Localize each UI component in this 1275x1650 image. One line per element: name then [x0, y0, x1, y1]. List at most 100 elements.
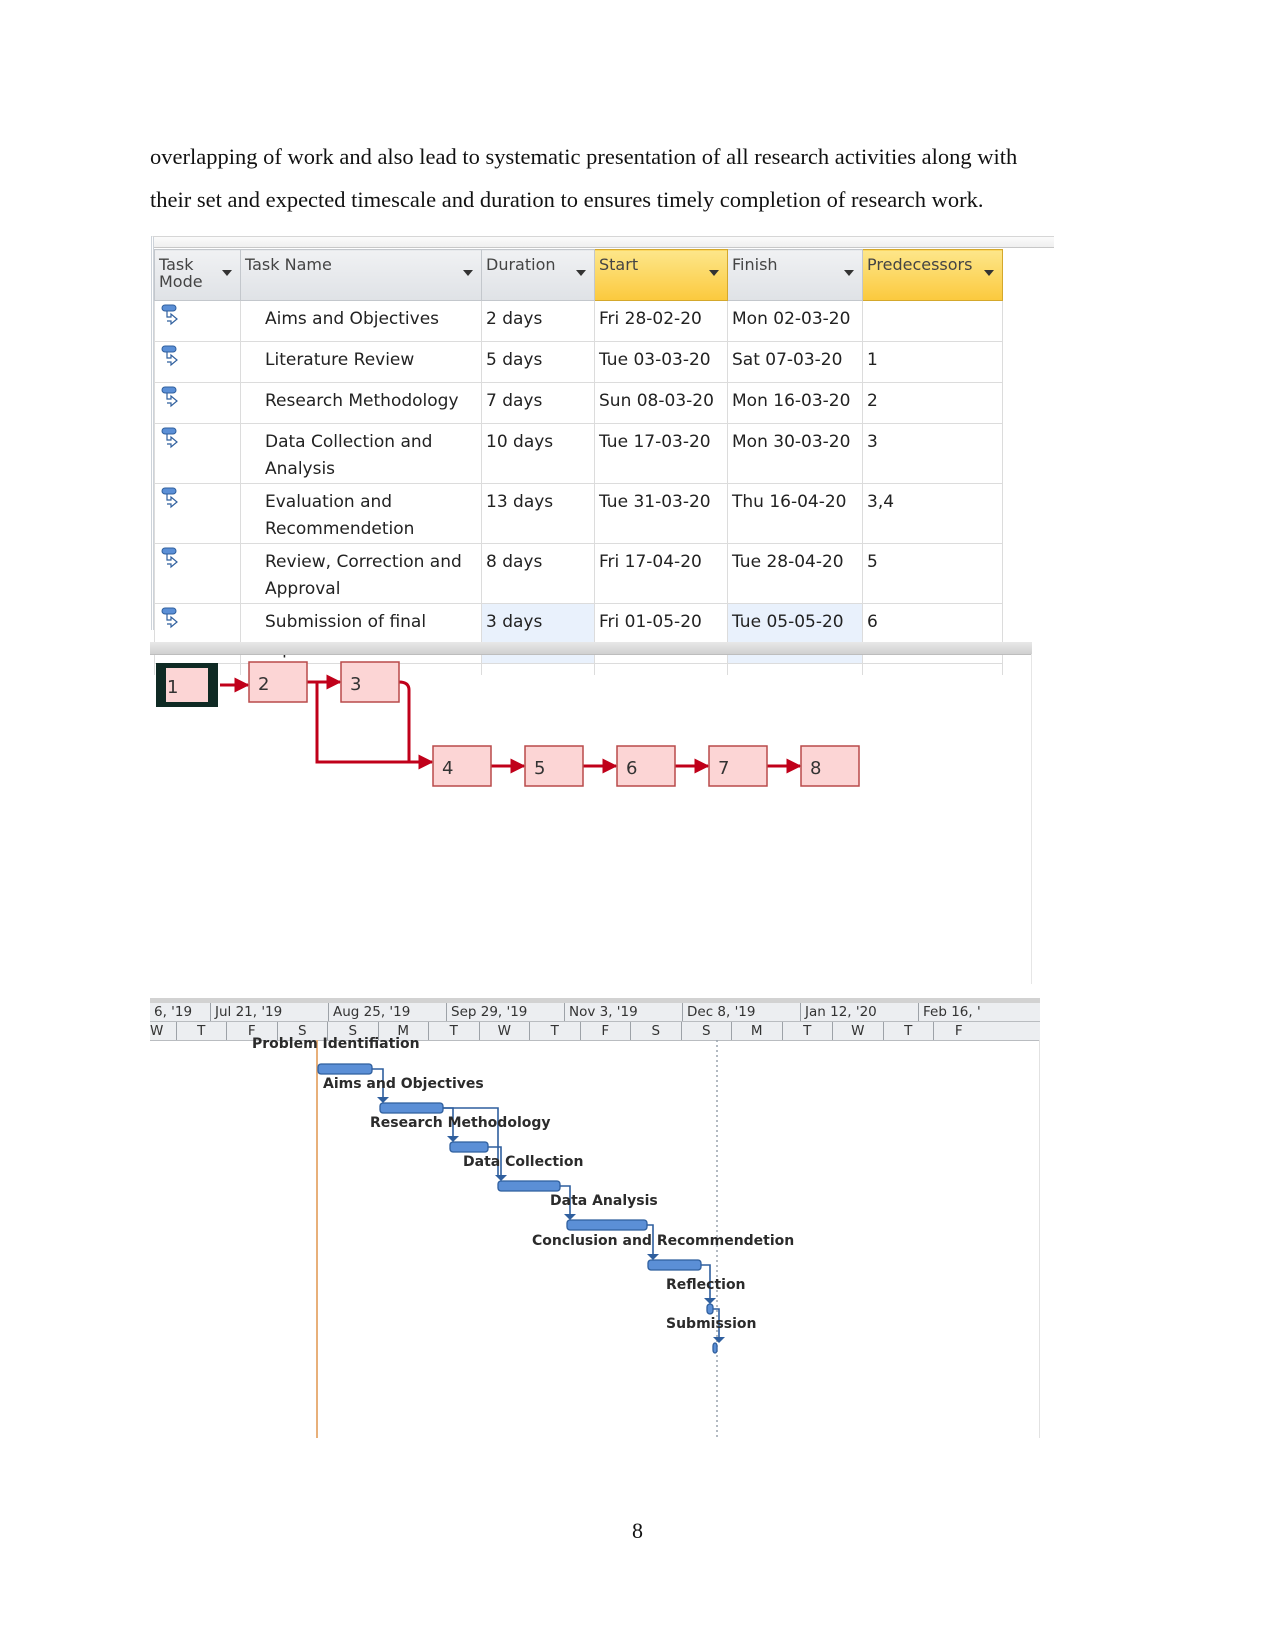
timescale-bottom-cell: F — [579, 1022, 631, 1040]
header-label: Finish — [732, 255, 778, 274]
start-cell[interactable]: Tue 17-03-20 — [594, 423, 728, 484]
table-row[interactable]: Literature Review 5 days Tue 03-03-20 Sat 0… — [154, 341, 1003, 383]
column-header-start[interactable]: Start — [594, 249, 728, 301]
predecessors-cell[interactable]: 1 — [862, 341, 1003, 383]
task-name-cell[interactable]: Data Collection and Analysis — [240, 423, 482, 484]
network-node-8[interactable]: 8 — [800, 745, 860, 787]
auto-scheduled-task-icon — [159, 345, 185, 373]
gantt-task-bar[interactable] — [712, 1342, 718, 1354]
start-cell[interactable]: Tue 31-03-20 — [594, 483, 728, 544]
dropdown-arrow-icon[interactable] — [222, 270, 232, 276]
gantt-task-bar[interactable] — [379, 1102, 444, 1114]
task-mode-cell[interactable] — [154, 483, 241, 544]
column-header-duration[interactable]: Duration — [481, 249, 595, 301]
predecessors-cell[interactable]: 3,4 — [862, 483, 1003, 544]
start-cell[interactable]: Fri 28-02-20 — [594, 300, 728, 342]
start-cell[interactable]: Sun 08-03-20 — [594, 382, 728, 424]
gantt-link-arrow — [713, 1337, 725, 1343]
task-mode-cell[interactable] — [154, 382, 241, 424]
finish-cell[interactable]: Thu 16-04-20 — [727, 483, 863, 544]
timescale-top-tier: 6, '19 Jul 21, '19 Aug 25, '19 Sep 29, '19 N… — [150, 1003, 1040, 1022]
duration-cell[interactable]: 13 days — [481, 483, 595, 544]
auto-scheduled-task-icon — [159, 547, 185, 575]
timescale-top-cell: Feb 16, ' — [918, 1003, 1040, 1021]
task-mode-cell[interactable] — [154, 423, 241, 484]
task-table: Task Mode Task Name Duration Start Finis… — [154, 249, 1003, 675]
network-node-1[interactable]: 1 — [156, 663, 218, 707]
network-node-label: 6 — [626, 758, 637, 779]
gantt-task-label: Submission — [666, 1316, 757, 1332]
gantt-task-label: Data Collection — [463, 1154, 584, 1170]
network-node-3[interactable]: 3 — [340, 661, 400, 703]
gantt-task-bar[interactable] — [497, 1180, 561, 1192]
duration-cell[interactable]: 7 days — [481, 382, 595, 424]
dropdown-arrow-icon[interactable] — [463, 270, 473, 276]
gantt-task-bar[interactable] — [449, 1141, 489, 1153]
timescale-top-cell: Nov 3, '19 — [564, 1003, 682, 1021]
task-name-line: Analysis — [265, 459, 336, 479]
task-name-line: Literature Review — [265, 350, 415, 370]
network-node-4[interactable]: 4 — [432, 745, 492, 787]
paragraph-line: overlapping of work and also lead to sys… — [150, 144, 1018, 169]
network-diagram-canvas: 1 2 3 4 5 6 7 8 — [156, 661, 860, 787]
duration-cell[interactable]: 2 days — [481, 300, 595, 342]
task-name-cell[interactable]: Literature Review — [240, 341, 482, 383]
task-name-line: Research Methodology — [265, 391, 459, 411]
finish-cell[interactable]: Mon 16-03-20 — [727, 382, 863, 424]
finish-cell[interactable]: Mon 02-03-20 — [727, 300, 863, 342]
task-name-cell[interactable]: Research Methodology — [240, 382, 482, 424]
predecessors-cell[interactable]: 3 — [862, 423, 1003, 484]
table-row[interactable]: Evaluation and Recommendetion 13 days Tue 3… — [154, 483, 1003, 544]
duration-cell[interactable]: 5 days — [481, 341, 595, 383]
timescale-bottom-cell: W — [150, 1023, 164, 1039]
gantt-task-bar[interactable] — [317, 1063, 373, 1075]
table-row[interactable]: Review, Correction and Approval 8 days Fri … — [154, 543, 1003, 604]
timescale-bottom-cell: T — [175, 1022, 227, 1040]
dropdown-arrow-icon[interactable] — [709, 270, 719, 276]
task-mode-cell[interactable] — [154, 341, 241, 383]
task-name-cell[interactable]: Aims and Objectives — [240, 300, 482, 342]
dropdown-arrow-icon[interactable] — [844, 270, 854, 276]
auto-scheduled-task-icon — [159, 487, 185, 515]
finish-cell[interactable]: Mon 30-03-20 — [727, 423, 863, 484]
start-cell[interactable]: Fri 17-04-20 — [594, 543, 728, 604]
header-label: Task Name — [245, 255, 332, 274]
finish-cell[interactable]: Sat 07-03-20 — [727, 341, 863, 383]
network-node-5[interactable]: 5 — [524, 745, 584, 787]
column-header-task-mode[interactable]: Task Mode — [154, 249, 241, 301]
dropdown-arrow-icon[interactable] — [984, 270, 994, 276]
predecessors-cell[interactable]: 2 — [862, 382, 1003, 424]
finish-cell[interactable]: Tue 28-04-20 — [727, 543, 863, 604]
network-node-2[interactable]: 2 — [248, 661, 308, 703]
task-name-cell[interactable]: Review, Correction and Approval — [240, 543, 482, 604]
header-label: Start — [599, 255, 639, 274]
dropdown-arrow-icon[interactable] — [576, 270, 586, 276]
timescale-bottom-cell: S — [630, 1022, 681, 1040]
gantt-task-bar[interactable] — [647, 1259, 702, 1271]
gantt-task-bar[interactable] — [706, 1303, 714, 1315]
timescale-top-cell: Jul 21, '19 — [210, 1003, 328, 1021]
column-header-finish[interactable]: Finish — [727, 249, 863, 301]
column-header-task-name[interactable]: Task Name — [240, 249, 482, 301]
start-cell[interactable]: Tue 03-03-20 — [594, 341, 728, 383]
task-mode-cell[interactable] — [154, 543, 241, 604]
network-node-label: 8 — [810, 758, 821, 779]
page-number: 8 — [632, 1518, 643, 1543]
timescale-top-cell: Jan 12, '20 — [800, 1003, 918, 1021]
task-name-line: Review, Correction and — [265, 552, 462, 572]
task-mode-cell[interactable] — [154, 300, 241, 342]
table-row[interactable]: Research Methodology 7 days Sun 08-03-20 Mo… — [154, 382, 1003, 424]
duration-cell[interactable]: 8 days — [481, 543, 595, 604]
timescale-bottom-cell: T — [529, 1022, 580, 1040]
dependency-link-3-4 — [398, 680, 411, 762]
table-row[interactable]: Aims and Objectives 2 days Fri 28-02-20 Mon… — [154, 300, 1003, 342]
predecessors-cell[interactable]: 5 — [862, 543, 1003, 604]
network-node-7[interactable]: 7 — [708, 745, 768, 787]
column-header-predecessors[interactable]: Predecessors — [862, 249, 1003, 301]
table-row[interactable]: Data Collection and Analysis 10 days Tue 17… — [154, 423, 1003, 484]
predecessors-cell[interactable] — [862, 300, 1003, 342]
duration-cell[interactable]: 10 days — [481, 423, 595, 484]
network-node-6[interactable]: 6 — [616, 745, 676, 787]
task-name-cell[interactable]: Evaluation and Recommendetion — [240, 483, 482, 544]
gantt-task-bar[interactable] — [566, 1219, 648, 1231]
